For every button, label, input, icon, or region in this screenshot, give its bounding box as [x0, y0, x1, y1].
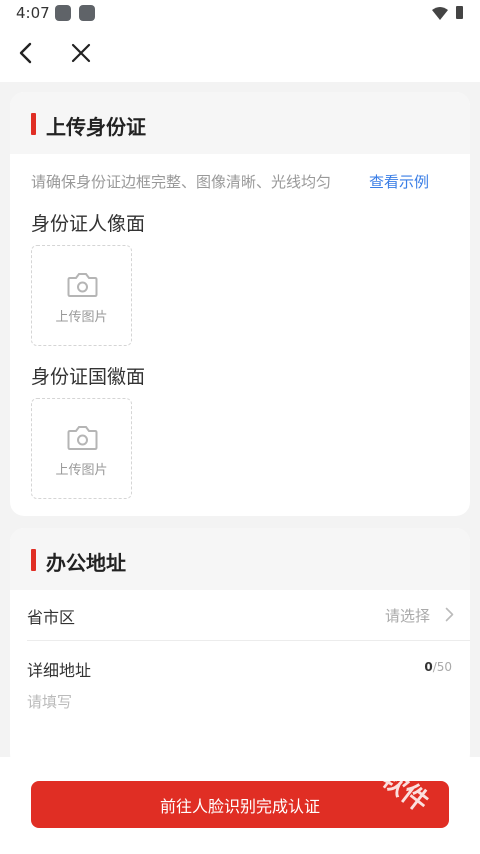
id-card-title: 上传身份证 [46, 115, 146, 139]
char-counter: 0/50 [424, 660, 452, 674]
address-section: 办公地址 省市区 请选择 详细地址 0/50 [10, 528, 470, 768]
emblem-upload-button[interactable]: 上传图片 [31, 398, 132, 499]
camera-icon [67, 272, 98, 302]
char-max: /50 [432, 660, 452, 674]
address-header: 办公地址 [10, 528, 470, 590]
chevron-left-icon [18, 42, 32, 68]
region-label: 省市区 [27, 608, 76, 627]
char-count: 0 [424, 660, 433, 674]
section-accent-bar [31, 113, 36, 135]
chevron-right-icon [445, 607, 454, 626]
detail-address-label: 详细地址 [27, 661, 92, 680]
notification-icon [79, 5, 95, 21]
section-accent-bar [31, 549, 36, 571]
camera-icon [67, 425, 98, 455]
id-card-section: 上传身份证 请确保身份证边框完整、图像清晰、光线均匀 查看示例 身份证人像面 上… [10, 92, 470, 516]
wifi-icon [432, 6, 448, 25]
portrait-side-label: 身份证人像面 [31, 213, 146, 235]
view-example-link[interactable]: 查看示例 [369, 171, 429, 192]
close-button[interactable] [64, 38, 98, 72]
detail-address-input[interactable] [27, 691, 447, 741]
close-icon [71, 43, 91, 67]
status-time: 4:07 [16, 4, 50, 22]
region-selector[interactable]: 省市区 请选择 [10, 590, 470, 640]
region-placeholder: 请选择 [384, 607, 430, 625]
upload-image-label: 上传图片 [55, 463, 108, 478]
address-title: 办公地址 [46, 551, 126, 575]
back-button[interactable] [8, 38, 42, 72]
emblem-side-label: 身份证国徽面 [31, 366, 146, 388]
row-divider [27, 640, 470, 641]
nav-bar [0, 28, 480, 82]
battery-icon [456, 6, 463, 19]
upload-hint: 请确保身份证边框完整、图像清晰、光线均匀 [31, 173, 332, 191]
status-bar: 4:07 [0, 0, 480, 28]
id-card-header: 上传身份证 [10, 92, 470, 154]
upload-image-label: 上传图片 [55, 310, 108, 325]
notification-icon [55, 5, 71, 21]
portrait-upload-button[interactable]: 上传图片 [31, 245, 132, 346]
